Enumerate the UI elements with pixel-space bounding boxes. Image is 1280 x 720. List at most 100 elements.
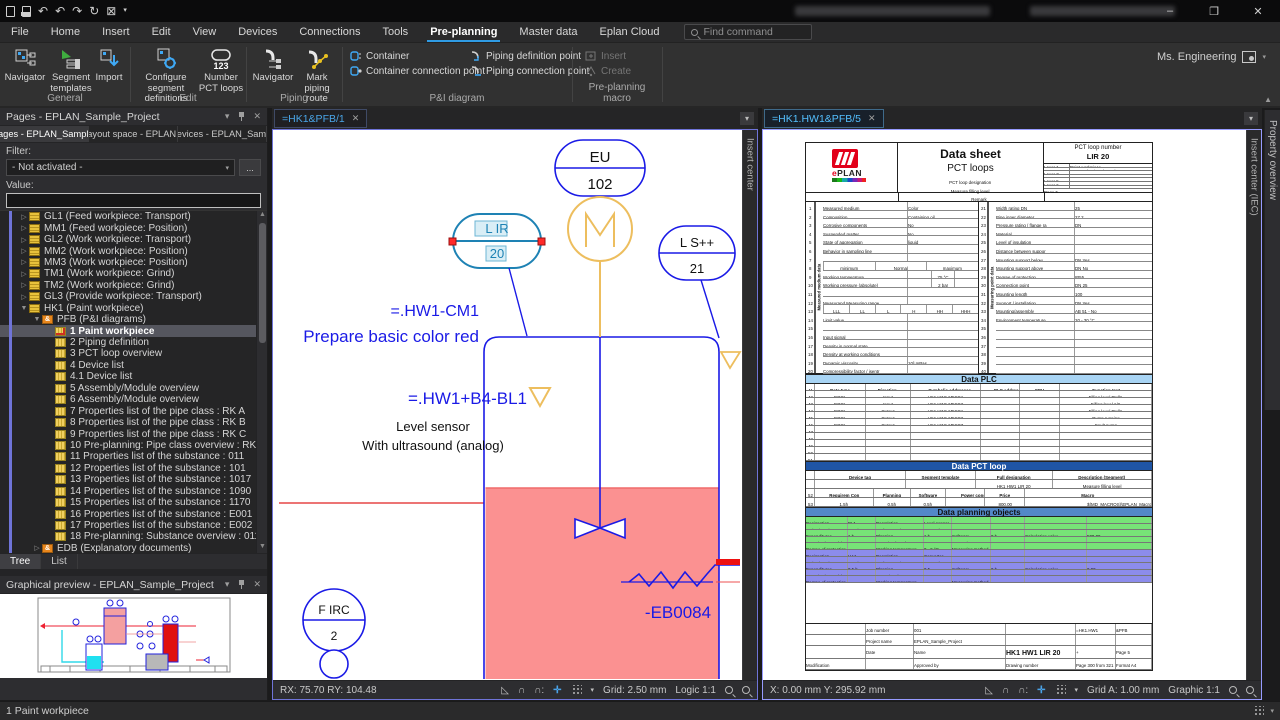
grid-dropdown-icon[interactable]: ▾ bbox=[1075, 686, 1079, 694]
minimize-button[interactable]: – bbox=[1148, 0, 1192, 22]
expander-icon[interactable]: ▷ bbox=[19, 247, 29, 255]
create-macro-button[interactable]: Create bbox=[585, 64, 631, 78]
expander-icon[interactable]: ▼ bbox=[19, 305, 29, 312]
panel-menu-icon[interactable]: ▾ bbox=[225, 111, 230, 122]
tree-item[interactable]: 2 Piping definition bbox=[0, 337, 267, 348]
number-pct-loops-button[interactable]: 123 Number PCT loops bbox=[198, 46, 244, 94]
scroll-down-icon[interactable]: ▼ bbox=[257, 543, 267, 553]
expander-icon[interactable]: ▷ bbox=[32, 544, 42, 552]
undo-icon[interactable]: ↶ bbox=[38, 5, 48, 17]
piping-navigator-button[interactable]: Navigator bbox=[250, 46, 296, 84]
tree-item[interactable]: 4.1 Device list bbox=[0, 371, 267, 382]
expander-icon[interactable]: ▷ bbox=[19, 258, 29, 266]
tree-item[interactable]: ▼HK1 (Paint workpiece) bbox=[0, 303, 267, 314]
property-overview-tab[interactable]: Property overview bbox=[1264, 110, 1280, 410]
tree-item[interactable]: ▷TM1 (Work workpiece: Grind) bbox=[0, 268, 267, 279]
tree-item[interactable]: 4 Device list bbox=[0, 360, 267, 371]
redo-history-icon[interactable]: ↻ bbox=[89, 5, 99, 17]
clear-screen-icon[interactable]: ⊠ bbox=[106, 5, 116, 17]
heater-tag-label[interactable]: -EB0084 bbox=[645, 603, 711, 622]
crosshair-icon[interactable]: ✛ bbox=[1037, 685, 1045, 696]
tree-item[interactable]: 15 Properties list of the substance : 11… bbox=[0, 497, 267, 508]
expander-icon[interactable]: ▷ bbox=[19, 293, 29, 301]
container-connection-point-button[interactable]: Container connection point bbox=[350, 64, 485, 78]
open-project-icon[interactable] bbox=[22, 6, 31, 17]
device-tag-label[interactable]: =.HW1-CM1 bbox=[391, 303, 480, 320]
tree-item[interactable]: 1 Paint workpiece bbox=[0, 325, 267, 336]
grid-dropdown-icon[interactable]: ▾ bbox=[591, 686, 595, 694]
menu-item[interactable]: Home bbox=[40, 22, 91, 43]
crosshair-icon[interactable]: ✛ bbox=[553, 685, 561, 696]
panel-tab[interactable]: Devices - EPLAN_Sam... bbox=[178, 126, 267, 142]
tree-item[interactable]: 6 Assembly/Module overview bbox=[0, 394, 267, 405]
tree-item[interactable]: 14 Properties list of the substance : 10… bbox=[0, 486, 267, 497]
insert-macro-button[interactable]: Insert bbox=[585, 49, 626, 63]
menu-item[interactable]: Tools bbox=[372, 22, 420, 43]
object-snap-icon[interactable]: ∩ bbox=[518, 685, 525, 696]
tree-item[interactable]: 10 Pre-planning: Pipe class overview : R… bbox=[0, 440, 267, 451]
filter-combobox[interactable]: - Not activated - ▾ bbox=[6, 159, 235, 176]
tree-item[interactable]: ▷TM2 (Work workpiece: Grind) bbox=[0, 280, 267, 291]
instrument-firc[interactable]: F IRC 2 bbox=[303, 589, 365, 678]
menu-item[interactable]: Pre-planning bbox=[419, 22, 508, 43]
tree-item[interactable]: 13 Properties list of the substance : 10… bbox=[0, 474, 267, 485]
tree-item[interactable]: ▷MM3 (Work workpiece: Position) bbox=[0, 257, 267, 268]
tree-item[interactable]: 9 Properties list of the pipe class : RK… bbox=[0, 428, 267, 439]
value-input[interactable] bbox=[6, 193, 261, 208]
instrument-eu[interactable]: EU 102 bbox=[555, 140, 645, 196]
schematic-canvas[interactable]: EU 102 bbox=[273, 130, 742, 680]
tree-item[interactable]: ▼&PFB (P&I diagrams) bbox=[0, 314, 267, 325]
menu-item[interactable]: Insert bbox=[91, 22, 141, 43]
insert-center-iec-strip[interactable]: Insert center (IEC) bbox=[1246, 130, 1261, 680]
pin-icon[interactable] bbox=[238, 112, 245, 121]
preview-menu-icon[interactable]: ▾ bbox=[225, 579, 230, 590]
tree-list-tab[interactable]: List bbox=[41, 554, 78, 569]
tree-item[interactable]: 17 Properties list of the substance : E0… bbox=[0, 520, 267, 531]
sensor-tag-label[interactable]: =.HW1+B4-BL1 bbox=[408, 389, 527, 408]
tree-item[interactable]: 12 Properties list of the substance : 10… bbox=[0, 463, 267, 474]
instrument-lir-selected[interactable]: L IR 20 bbox=[449, 214, 545, 268]
scrollbar-thumb[interactable] bbox=[259, 223, 266, 343]
tree-item[interactable]: 16 Properties list of the substance : E0… bbox=[0, 508, 267, 519]
panel-close-icon[interactable]: ✕ bbox=[253, 111, 261, 122]
zoom-out-icon[interactable] bbox=[725, 686, 733, 694]
tree-item[interactable]: 7 Properties list of the pipe class : RK… bbox=[0, 405, 267, 416]
expander-icon[interactable]: ▷ bbox=[19, 281, 29, 289]
tree-item[interactable]: ▷&EDB (Explanatory documents) bbox=[0, 543, 267, 553]
grid-icon[interactable] bbox=[571, 685, 582, 695]
status-grid-icon[interactable] bbox=[1253, 706, 1264, 716]
tab-close-icon[interactable]: ✕ bbox=[352, 113, 360, 124]
snap-angle-icon[interactable]: ◺ bbox=[985, 685, 993, 696]
grid-icon[interactable] bbox=[1055, 685, 1066, 695]
menu-item[interactable]: Eplan Cloud bbox=[589, 22, 671, 43]
command-search[interactable]: Find command bbox=[684, 24, 812, 40]
tab-close-icon[interactable]: ✕ bbox=[868, 113, 876, 124]
tree-item[interactable]: 3 PCT loop overview bbox=[0, 348, 267, 359]
collapse-ribbon-button[interactable]: ▲ bbox=[1264, 95, 1272, 104]
tree-item[interactable]: ▷MM2 (Work workpiece: Position) bbox=[0, 245, 267, 256]
scroll-up-icon[interactable]: ▲ bbox=[257, 211, 267, 221]
zoom-in-icon[interactable] bbox=[742, 686, 750, 694]
piping-definition-point-button[interactable]: Piping definition point bbox=[470, 49, 581, 63]
grid-snap-icon[interactable]: ∩: bbox=[1018, 685, 1028, 696]
tree-item[interactable]: 5 Assembly/Module overview bbox=[0, 383, 267, 394]
selection-handle-left[interactable] bbox=[449, 238, 456, 245]
zoom-out-icon[interactable] bbox=[1229, 686, 1237, 694]
expander-icon[interactable]: ▷ bbox=[19, 236, 29, 244]
tree-list-tab[interactable]: Tree bbox=[0, 554, 41, 569]
panel-tab[interactable]: Layout space - EPLAN... bbox=[89, 126, 178, 142]
instrument-ls[interactable]: L S++ 21 bbox=[659, 226, 735, 280]
redo-icon[interactable]: ↷ bbox=[72, 5, 82, 17]
object-snap-icon[interactable]: ∩ bbox=[1002, 685, 1009, 696]
grid-snap-icon[interactable]: ∩: bbox=[534, 685, 544, 696]
tree-item[interactable]: 11 Properties list of the substance : 01… bbox=[0, 451, 267, 462]
navigator-button[interactable]: Navigator bbox=[2, 46, 48, 84]
expander-icon[interactable]: ▷ bbox=[19, 213, 29, 221]
tree-item[interactable]: 8 Properties list of the pipe class : RK… bbox=[0, 417, 267, 428]
expander-icon[interactable]: ▼ bbox=[32, 316, 42, 323]
segment-templates-button[interactable]: Segment templates bbox=[48, 46, 94, 94]
menu-item[interactable]: File bbox=[0, 22, 40, 43]
snap-angle-icon[interactable]: ◺ bbox=[501, 685, 509, 696]
status-dropdown-icon[interactable]: ▾ bbox=[1270, 707, 1274, 715]
preview-pin-icon[interactable] bbox=[238, 580, 245, 589]
